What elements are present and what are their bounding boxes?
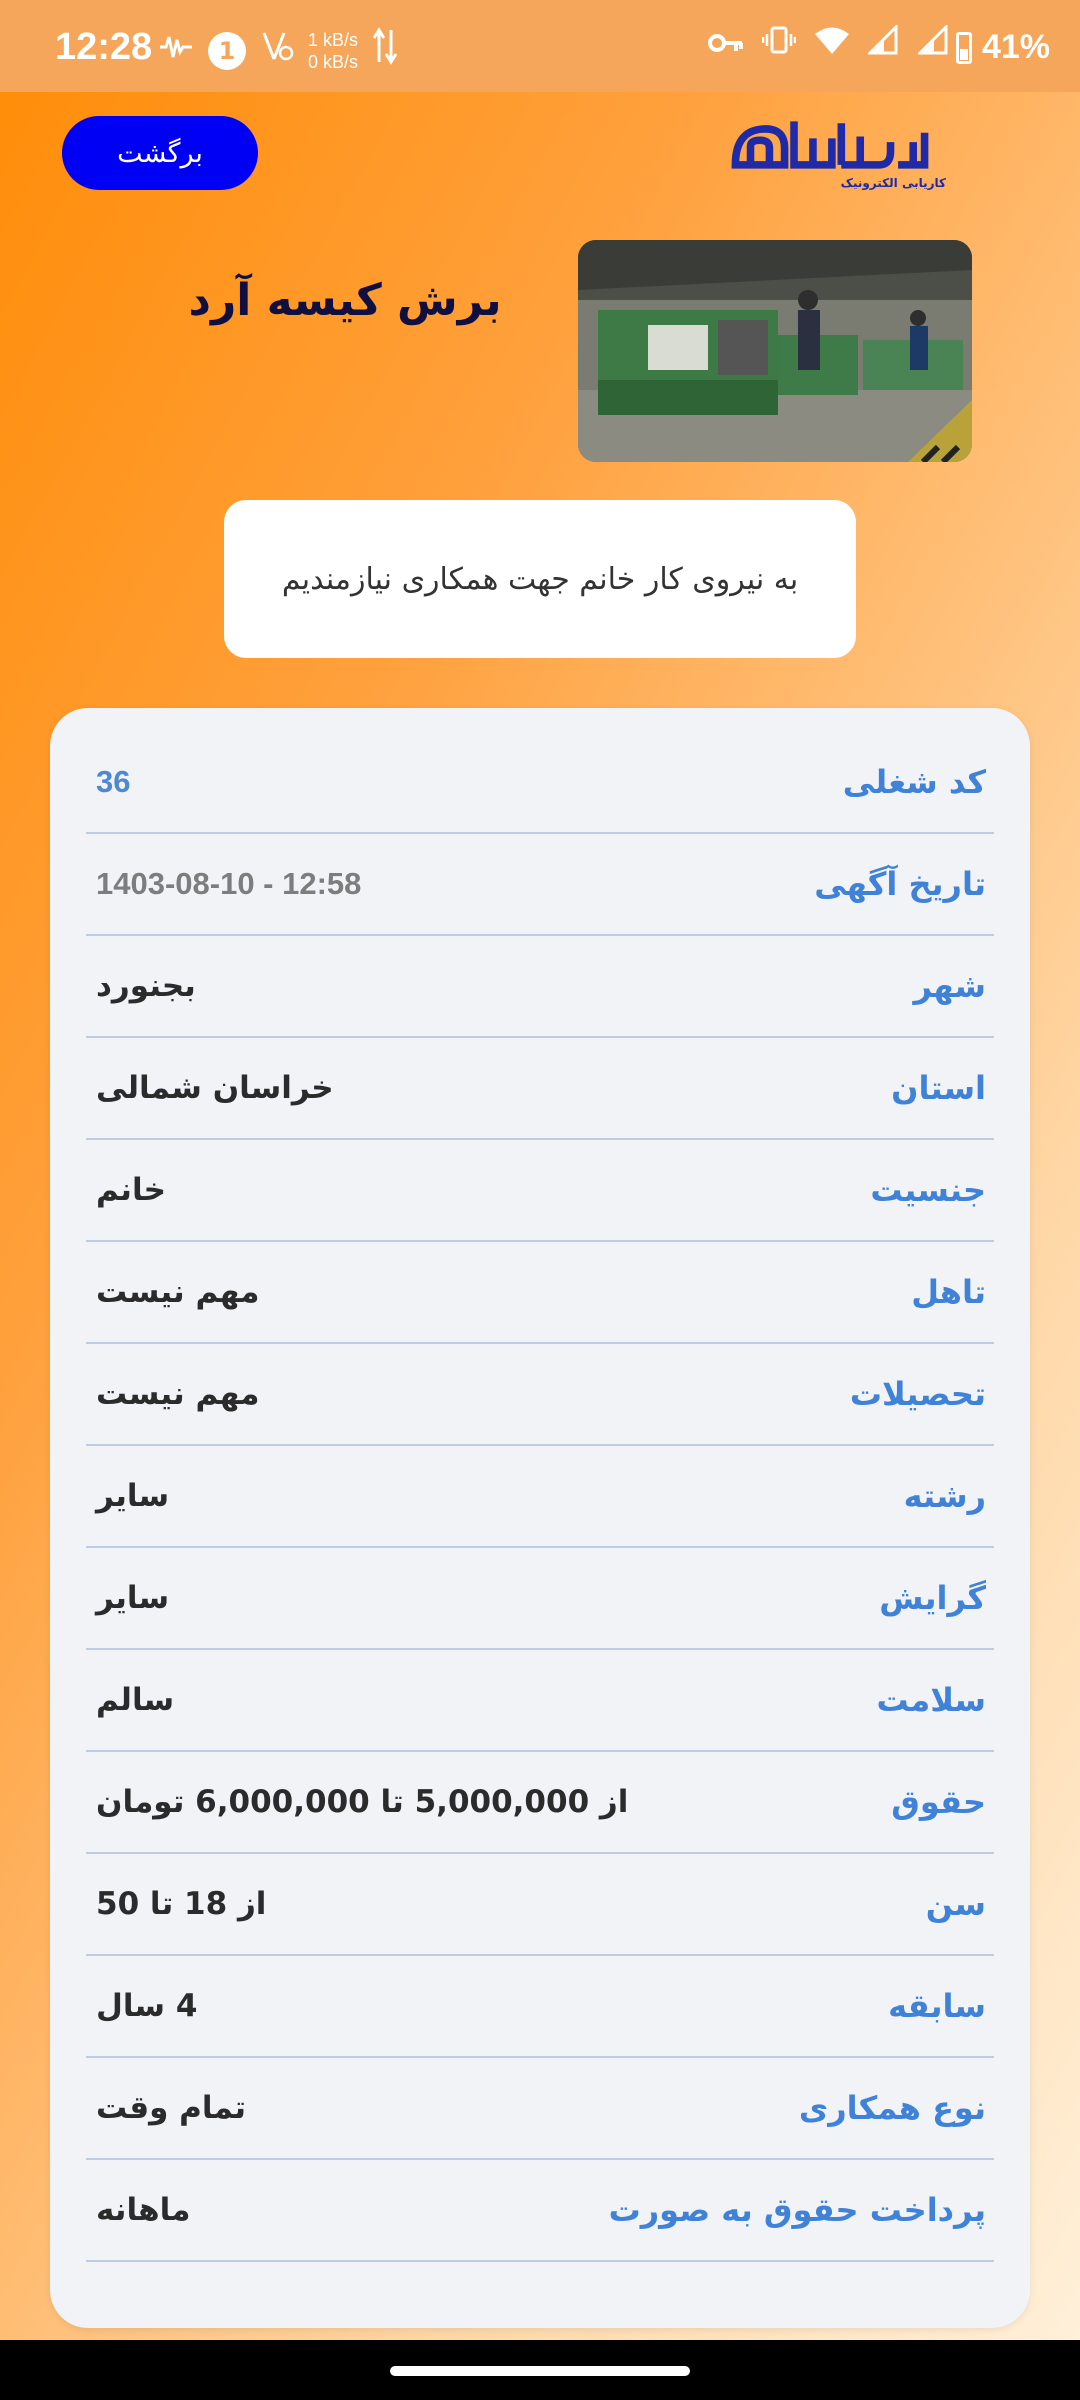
detail-row-date: تاریخ آگهی 1403-08-10 - 12:58: [86, 834, 994, 936]
detail-row-specialization: گرایش سایر: [86, 1548, 994, 1650]
detail-row-job-code: کد شغلی 36: [86, 732, 994, 834]
battery-icon: [955, 31, 972, 64]
detail-label: تاریخ آگهی: [814, 865, 986, 903]
detail-row-gender: جنسیت خانم: [86, 1140, 994, 1242]
data-off-icon: [260, 29, 294, 72]
detail-value: خانم: [96, 1172, 166, 1208]
detail-label: سابقه: [888, 1987, 986, 2025]
detail-value: مهم نیست: [96, 1376, 260, 1412]
detail-value: ماهانه: [96, 2192, 191, 2228]
job-description: به نیروی کار خانم جهت همکاری نیازمندیم: [281, 561, 799, 597]
app-logo: کاریابی الکترونیک: [712, 108, 952, 194]
detail-value: خراسان شمالی: [96, 1070, 334, 1106]
detail-label: شهر: [913, 967, 987, 1005]
key-icon: [708, 24, 744, 64]
detail-label: سن: [925, 1885, 986, 1923]
detail-value: 36: [96, 764, 131, 799]
detail-label: جنسیت: [870, 1171, 986, 1209]
signal-icon: [866, 23, 900, 64]
detail-row-employment-type: نوع همکاری تمام وقت: [86, 2058, 994, 2160]
detail-label: تحصیلات: [849, 1375, 986, 1413]
transfer-arrows-icon: [372, 26, 398, 75]
detail-value: سایر: [96, 1478, 170, 1514]
battery-indicator: 41%: [955, 28, 1050, 67]
detail-label: نوع همکاری: [798, 2089, 986, 2127]
detail-value: 1403-08-10 - 12:58: [96, 866, 362, 901]
detail-label: رشته: [903, 1477, 986, 1515]
vibrate-icon: [761, 24, 797, 64]
status-time: 12:28: [55, 26, 153, 68]
detail-label: حقوق: [891, 1783, 986, 1821]
detail-row-salary: حقوق از 5,000,000 تا 6,000,000 تومان: [86, 1752, 994, 1854]
job-title: برش کیسه آرد: [188, 275, 502, 326]
detail-label: کد شغلی: [842, 763, 986, 801]
logo-subtitle: کاریابی الکترونیک: [840, 176, 946, 190]
wifi-icon: [814, 24, 850, 64]
speed-down: 0 kB/s: [308, 51, 359, 72]
detail-row-education: تحصیلات مهم نیست: [86, 1344, 994, 1446]
detail-value: مهم نیست: [96, 1274, 260, 1310]
battery-percent: 41%: [981, 28, 1050, 66]
activity-icon: [158, 31, 194, 71]
speed-up: 1 kB/s: [308, 29, 359, 50]
detail-row-payment: پرداخت حقوق به صورت ماهانه: [86, 2160, 994, 2262]
detail-value: سالم: [96, 1682, 175, 1718]
detail-label: پرداخت حقوق به صورت: [608, 2191, 986, 2229]
back-button[interactable]: برگشت: [62, 116, 258, 190]
detail-value: از 18 تا 50: [96, 1886, 267, 1922]
logo-wordmark: [731, 121, 929, 169]
status-left-icons: 1 1 kB/s 0 kB/s: [158, 26, 398, 75]
detail-row-age: سن از 18 تا 50: [86, 1854, 994, 1956]
detail-row-experience: سابقه 4 سال: [86, 1956, 994, 2058]
detail-label: گرایش: [879, 1579, 986, 1617]
detail-row-health: سلامت سالم: [86, 1650, 994, 1752]
notification-badge: 1: [208, 31, 246, 70]
detail-value: از 5,000,000 تا 6,000,000 تومان: [96, 1784, 629, 1820]
job-photo: [578, 240, 972, 462]
home-gesture-handle[interactable]: [390, 2366, 690, 2376]
detail-value: 4 سال: [96, 1988, 198, 2024]
status-bar: 12:28 1 1 kB/s 0 kB/s 41%: [0, 0, 1080, 92]
detail-row-city: شهر بجنورد: [86, 936, 994, 1038]
network-speed: 1 kB/s 0 kB/s: [308, 29, 358, 73]
detail-label: سلامت: [876, 1681, 986, 1719]
detail-label: تاهل: [911, 1273, 986, 1311]
detail-row-province: استان خراسان شمالی: [86, 1038, 994, 1140]
job-description-card: به نیروی کار خانم جهت همکاری نیازمندیم: [224, 500, 856, 658]
detail-value: تمام وقت: [96, 2090, 246, 2126]
status-right-icons: [708, 23, 950, 64]
detail-value: بجنورد: [96, 968, 196, 1004]
signal-icon: [916, 23, 950, 64]
detail-value: سایر: [96, 1580, 170, 1616]
detail-label: استان: [891, 1069, 986, 1107]
job-details-card: کد شغلی 36 تاریخ آگهی 1403-08-10 - 12:58…: [50, 708, 1030, 2328]
detail-row-field: رشته سایر: [86, 1446, 994, 1548]
detail-row-marital: تاهل مهم نیست: [86, 1242, 994, 1344]
